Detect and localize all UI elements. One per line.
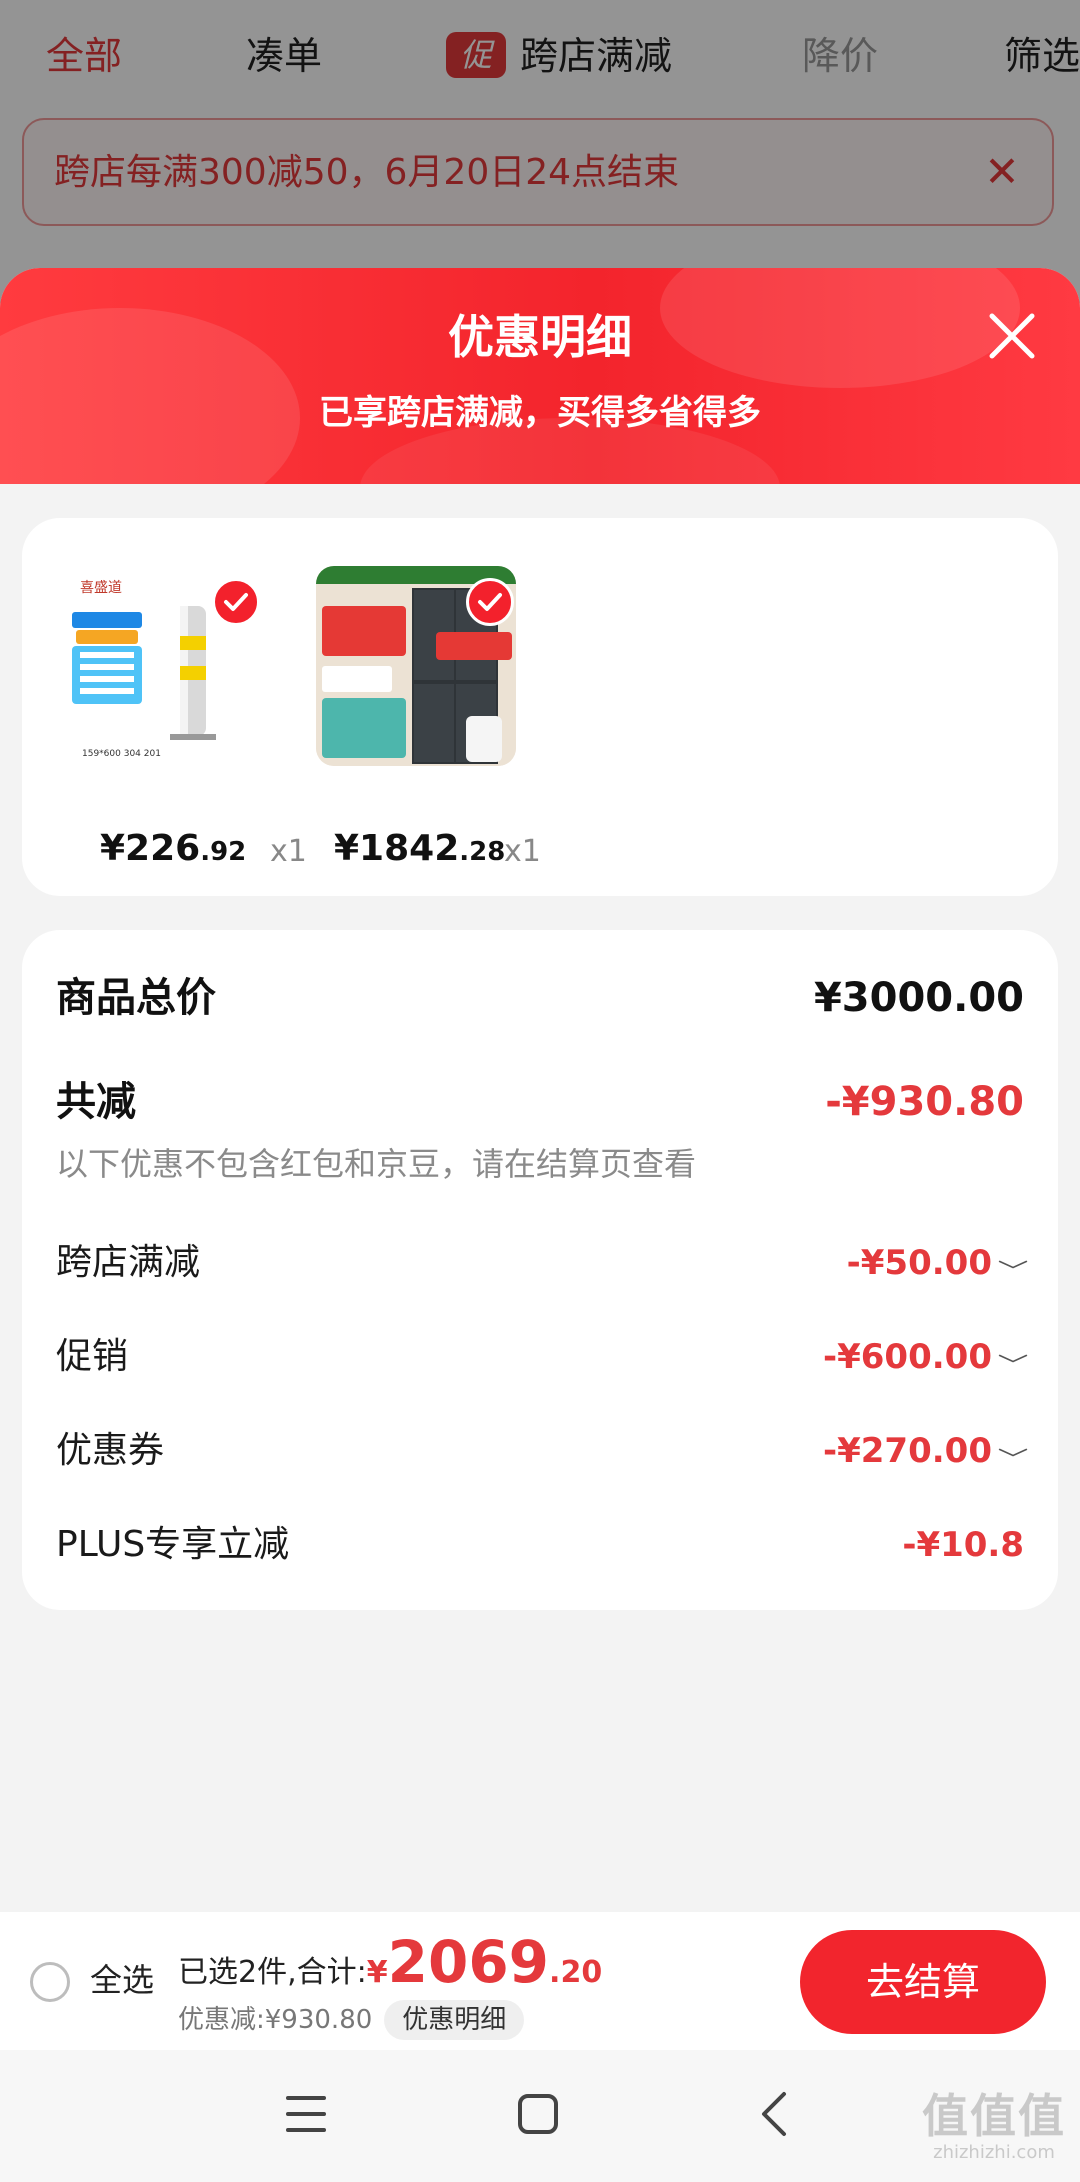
discount-item-label: 优惠券 xyxy=(56,1430,165,1471)
selected-products-card: 喜盛道 159*600 304 201 ¥226.92 x1 ¥1842.28 … xyxy=(22,518,1058,896)
price-integer: ¥1842 xyxy=(334,828,460,869)
product-quantity: x1 xyxy=(504,834,541,869)
checkout-button[interactable]: 去结算 xyxy=(800,1930,1046,2034)
select-all-label[interactable]: 全选 xyxy=(90,1956,154,2004)
checked-icon xyxy=(212,578,260,626)
sheet-header: 优惠明细 已享跨店满减，买得多省得多 xyxy=(0,268,1080,484)
select-all-radio[interactable] xyxy=(30,1962,70,2002)
discount-item-value: -¥10.8 xyxy=(902,1525,1024,1565)
total-decimal: .20 xyxy=(549,1955,603,1990)
watermark-url: zhizhizhi.com xyxy=(933,2142,1055,2163)
watermark: 值值值 zhizhizhi.com xyxy=(922,2090,1066,2164)
currency-symbol: ¥ xyxy=(366,1955,388,1990)
total-reduction-value: -¥930.80 xyxy=(825,1079,1024,1125)
checkout-bar: 全选 已选2件,合计:¥2069.20 优惠减:¥930.80 优惠明细 去结算 xyxy=(0,1912,1080,2050)
discount-summary: 优惠减:¥930.80 优惠明细 xyxy=(178,2000,525,2043)
system-nav-bar: 值值值 zhizhizhi.com xyxy=(0,2050,1080,2182)
discount-item-label: 跨店满减 xyxy=(56,1242,201,1283)
product-quantity: x1 xyxy=(270,834,307,869)
total-price-value: ¥3000.00 xyxy=(813,975,1024,1021)
price-decimal: .28 xyxy=(459,837,506,867)
checked-icon xyxy=(466,578,514,626)
price-decimal: .92 xyxy=(200,837,247,867)
selected-total: 已选2件,合计:¥2069.20 xyxy=(178,1930,602,2009)
back-icon[interactable] xyxy=(754,2088,794,2140)
home-icon[interactable] xyxy=(518,2094,558,2134)
discount-item-label: 促销 xyxy=(56,1336,129,1377)
discount-item-label: PLUS专享立减 xyxy=(56,1524,290,1565)
total-reduction-label: 共减 xyxy=(56,1079,136,1125)
discount-item-value: -¥50.00 xyxy=(846,1243,992,1283)
chevron-down-icon[interactable]: ﹀ xyxy=(998,1442,1029,1474)
stainless-bollard-product-image: 喜盛道 159*600 304 201 xyxy=(62,566,262,766)
selected-count-text: 已选2件,合计: xyxy=(178,1955,367,1990)
svg-text:159*600 304 201: 159*600 304 201 xyxy=(82,749,161,759)
watermark-logo: 值值值 xyxy=(922,2089,1066,2143)
discount-item-value: -¥270.00 xyxy=(823,1431,992,1471)
price-summary-card: 商品总价 ¥3000.00 共减 -¥930.80 以下优惠不包含红包和京豆，请… xyxy=(22,930,1058,1610)
reduction-note-text: 以下优惠不包含红包和京豆，请在结算页查看 xyxy=(56,1145,697,1183)
close-icon[interactable] xyxy=(982,306,1042,366)
total-price-label: 商品总价 xyxy=(56,975,216,1021)
sheet-title: 优惠明细 xyxy=(448,310,632,364)
price-integer: ¥226 xyxy=(100,828,201,869)
sheet-subtitle: 已享跨店满减，买得多省得多 xyxy=(319,393,761,433)
discount-detail-chip[interactable]: 优惠明细 xyxy=(384,2000,525,2040)
chevron-down-icon[interactable]: ﹀ xyxy=(998,1348,1029,1380)
discount-item-value: -¥600.00 xyxy=(823,1337,992,1377)
total-integer: 2069 xyxy=(387,1928,550,1996)
chevron-down-icon[interactable]: ﹀ xyxy=(998,1254,1029,1286)
menu-icon[interactable] xyxy=(286,2096,326,2132)
discount-detail-sheet: 优惠明细 已享跨店满减，买得多省得多 喜盛道 159*600 304 201 ¥… xyxy=(0,268,1080,2182)
discount-amount-text: 优惠减:¥930.80 xyxy=(178,2005,373,2035)
refrigerator-product-image xyxy=(316,566,516,766)
svg-text:喜盛道: 喜盛道 xyxy=(80,580,122,596)
